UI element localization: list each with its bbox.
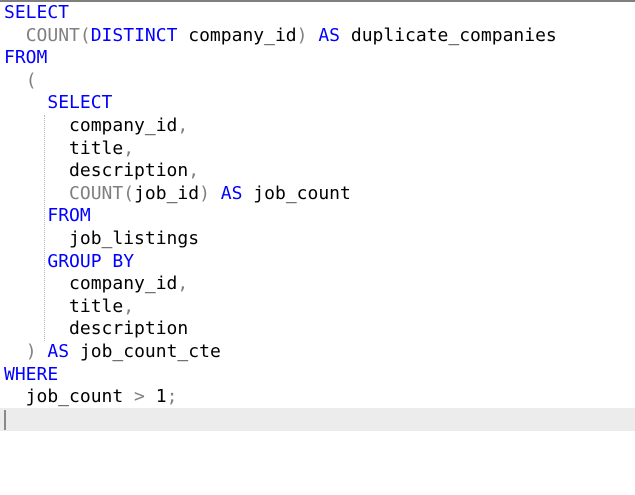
sql-keyword: SELECT: [4, 2, 70, 23]
code-token: company_id: [4, 114, 178, 136]
code-line[interactable]: (: [4, 70, 635, 93]
code-line[interactable]: SELECT: [4, 2, 635, 25]
sql-operator: ): [199, 182, 210, 204]
sql-operator: ): [25, 340, 37, 362]
code-line[interactable]: job_count > 1;: [4, 386, 635, 409]
code-token: job_id: [134, 182, 200, 204]
sql-operator: COUNT: [69, 182, 124, 204]
sql-operator: ,: [123, 137, 135, 159]
current-line-highlight: [0, 408, 635, 431]
sql-operator: >: [134, 386, 145, 408]
code-token: job_count: [242, 182, 351, 204]
code-line[interactable]: SELECT: [4, 92, 635, 115]
sql-keyword: GROUP BY: [47, 250, 135, 272]
code-token: company_id: [177, 24, 297, 46]
sql-keyword: SELECT: [47, 92, 113, 114]
sql-keyword: DISTINCT: [90, 24, 178, 46]
code-token: title: [4, 137, 124, 159]
code-area[interactable]: SELECT COUNT(DISTINCT company_id) AS dup…: [4, 2, 635, 409]
code-token: company_id: [4, 273, 178, 295]
code-line[interactable]: ) AS job_count_cte: [4, 341, 635, 364]
code-line[interactable]: title,: [4, 296, 635, 319]
code-token: description: [4, 318, 189, 340]
code-line[interactable]: FROM: [4, 205, 635, 228]
sql-operator: ): [296, 24, 308, 46]
code-line[interactable]: job_listings: [4, 228, 635, 251]
sql-keyword: AS: [220, 182, 243, 204]
sql-keyword: AS: [47, 340, 70, 362]
code-line[interactable]: company_id,: [4, 273, 635, 296]
sql-operator: ,: [123, 295, 135, 317]
code-line[interactable]: description,: [4, 160, 635, 183]
code-line[interactable]: WHERE: [4, 364, 635, 387]
code-token: job_count: [4, 386, 135, 408]
code-line[interactable]: company_id,: [4, 115, 635, 138]
sql-keyword: FROM: [4, 47, 48, 69]
sql-operator: ;: [166, 386, 178, 408]
code-token: description: [4, 160, 189, 182]
code-token: title: [4, 295, 124, 317]
sql-number: 1: [155, 386, 167, 408]
sql-keyword: WHERE: [4, 363, 59, 385]
sql-editor[interactable]: SELECT COUNT(DISTINCT company_id) AS dup…: [0, 0, 635, 495]
sql-operator: (: [25, 69, 37, 91]
code-token: duplicate_companies: [340, 24, 557, 46]
sql-keyword: FROM: [47, 205, 91, 227]
code-line[interactable]: title,: [4, 138, 635, 161]
text-caret: [4, 410, 6, 430]
sql-operator: ,: [177, 273, 189, 295]
code-line[interactable]: COUNT(DISTINCT company_id) AS duplicate_…: [4, 25, 635, 48]
code-line[interactable]: GROUP BY: [4, 251, 635, 274]
indent-guide: [44, 115, 46, 341]
code-line[interactable]: FROM: [4, 47, 635, 70]
code-line[interactable]: COUNT(job_id) AS job_count: [4, 183, 635, 206]
sql-operator: COUNT: [25, 24, 80, 46]
code-token: job_listings: [4, 227, 200, 249]
code-line[interactable]: description: [4, 318, 635, 341]
sql-operator: ,: [188, 160, 200, 182]
sql-operator: (: [79, 24, 91, 46]
sql-keyword: AS: [318, 24, 341, 46]
sql-operator: ,: [177, 114, 189, 136]
code-token: job_count_cte: [69, 340, 221, 362]
sql-operator: (: [123, 182, 135, 204]
